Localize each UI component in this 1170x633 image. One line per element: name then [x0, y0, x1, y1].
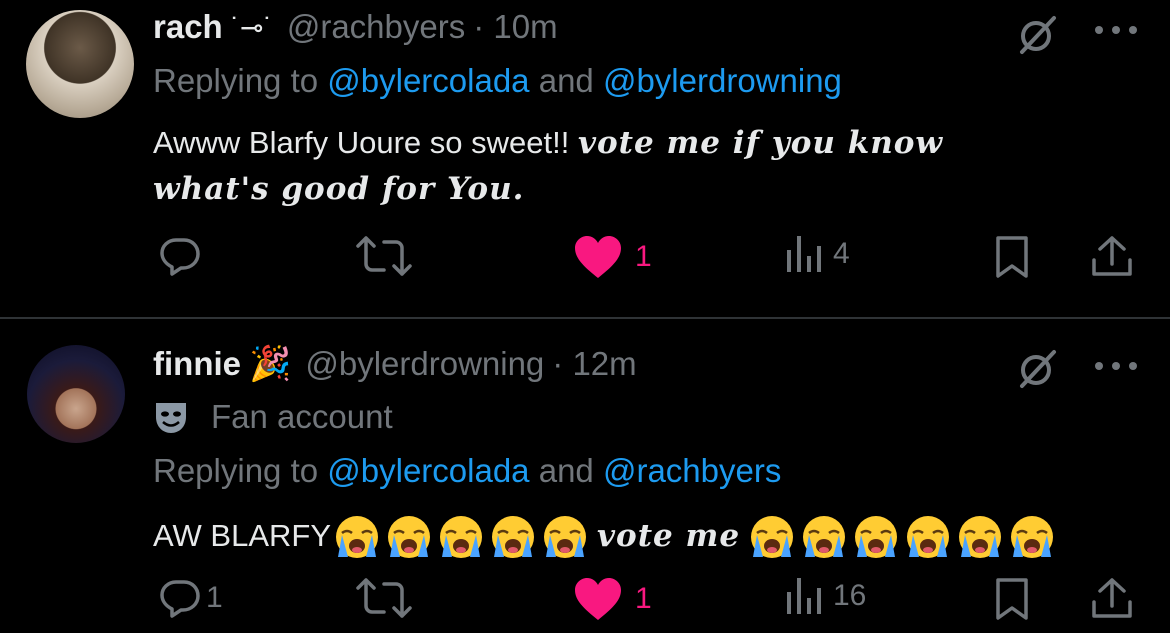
crying-emoji-group [746, 512, 1058, 561]
display-name[interactable]: rach [153, 8, 223, 46]
reply-icon [160, 238, 200, 276]
user-handle[interactable]: @rachbyers [287, 8, 465, 46]
crying-emoji-icon [1011, 515, 1054, 558]
tweet-text-plain: Awww Blarfy Uoure so sweet!! [153, 125, 578, 160]
reply-button[interactable] [158, 234, 202, 278]
share-icon [1092, 578, 1132, 618]
like-button[interactable]: 1 [573, 576, 652, 622]
tweet-text-script: vote me [597, 518, 741, 555]
crying-emoji-icon [959, 515, 1002, 558]
crying-emoji-icon [336, 515, 378, 558]
like-count: 1 [635, 582, 652, 615]
views-icon [787, 236, 821, 272]
mention-link[interactable]: @rachbyers [603, 452, 781, 489]
replying-and: and [529, 62, 603, 99]
crying-emoji-icon [751, 515, 794, 558]
retweet-button[interactable] [356, 576, 412, 620]
crying-emoji-icon [492, 515, 534, 558]
share-icon [1092, 236, 1132, 276]
reply-icon [160, 580, 200, 618]
timestamp[interactable]: · 10m [473, 8, 557, 46]
party-emoji: 🎉 [249, 345, 292, 383]
crying-emoji-icon [544, 515, 586, 558]
bookmark-icon [996, 578, 1028, 620]
replying-and: and [529, 452, 603, 489]
crying-emoji-icon [440, 515, 482, 558]
tweet-text-plain: AW BLARFY [153, 518, 331, 554]
bookmark-button[interactable] [992, 234, 1032, 280]
tweet-header: rach ˙⊸˙ @rachbyers · 10m [153, 8, 558, 46]
avatar[interactable] [27, 345, 125, 443]
mention-link[interactable]: @bylercolada [327, 62, 529, 99]
bookmark-button[interactable] [992, 576, 1032, 622]
retweet-icon [356, 578, 412, 618]
more-icon[interactable] [1093, 360, 1139, 372]
replying-prefix: Replying to [153, 452, 328, 489]
like-icon [575, 236, 621, 278]
share-button[interactable] [1088, 576, 1136, 622]
crying-emoji-icon [803, 515, 846, 558]
like-count: 1 [635, 240, 652, 273]
user-handle[interactable]: @bylerdrowning [305, 345, 544, 383]
reply-count: 1 [206, 581, 223, 614]
mention-link[interactable]: @bylerdrowning [603, 62, 842, 99]
tweet-text-script: vote me if you know [577, 125, 944, 161]
tweet[interactable]: rach ˙⊸˙ @rachbyers · 10m Replying to @b… [0, 0, 1170, 318]
fan-account-text: Fan account [211, 398, 393, 435]
tweet-header: finnie 🎉 @bylerdrowning · 12m [153, 344, 637, 384]
like-icon [575, 578, 621, 620]
mention-link[interactable]: @bylercolada [327, 452, 529, 489]
tweet-text: Awww Blarfy Uoure so sweet!! vote me if … [153, 120, 943, 212]
action-bar: 1 4 [0, 234, 1170, 284]
tweet[interactable]: finnie 🎉 @bylerdrowning · 12m Fan accoun… [0, 320, 1170, 633]
avatar[interactable] [26, 10, 134, 118]
view-count: 4 [833, 237, 850, 270]
tweet-text-script: what's good for You. [153, 171, 525, 207]
mask-icon [156, 403, 186, 433]
grok-icon[interactable] [1016, 14, 1058, 56]
replying-prefix: Replying to [153, 62, 328, 99]
divider [0, 317, 1170, 319]
crying-emoji-icon [855, 515, 898, 558]
views-button[interactable]: 4 [785, 234, 850, 274]
action-bar: 1 1 16 [0, 576, 1170, 626]
crying-emoji-group [331, 512, 591, 561]
replying-to: Replying to @bylercolada and @rachbyers [153, 452, 781, 490]
fan-account-label: Fan account [153, 398, 393, 436]
crying-emoji-icon [907, 515, 950, 558]
crying-emoji-icon [388, 515, 430, 558]
name-decoration: ˙⊸˙ [230, 11, 273, 43]
bookmark-icon [996, 236, 1028, 278]
views-button[interactable]: 16 [785, 576, 866, 616]
share-button[interactable] [1088, 234, 1136, 280]
views-icon [787, 578, 821, 614]
tweet-text: AW BLARFY vote me [153, 512, 1058, 561]
replying-to: Replying to @bylercolada and @bylerdrown… [153, 62, 842, 100]
like-button[interactable]: 1 [573, 234, 652, 280]
timestamp[interactable]: · 12m [552, 345, 636, 383]
view-count: 16 [833, 579, 867, 612]
grok-icon[interactable] [1016, 348, 1058, 390]
reply-button[interactable]: 1 [158, 576, 223, 620]
display-name[interactable]: finnie [153, 345, 241, 383]
more-icon[interactable] [1093, 24, 1139, 36]
retweet-button[interactable] [356, 234, 412, 278]
retweet-icon [356, 236, 412, 276]
